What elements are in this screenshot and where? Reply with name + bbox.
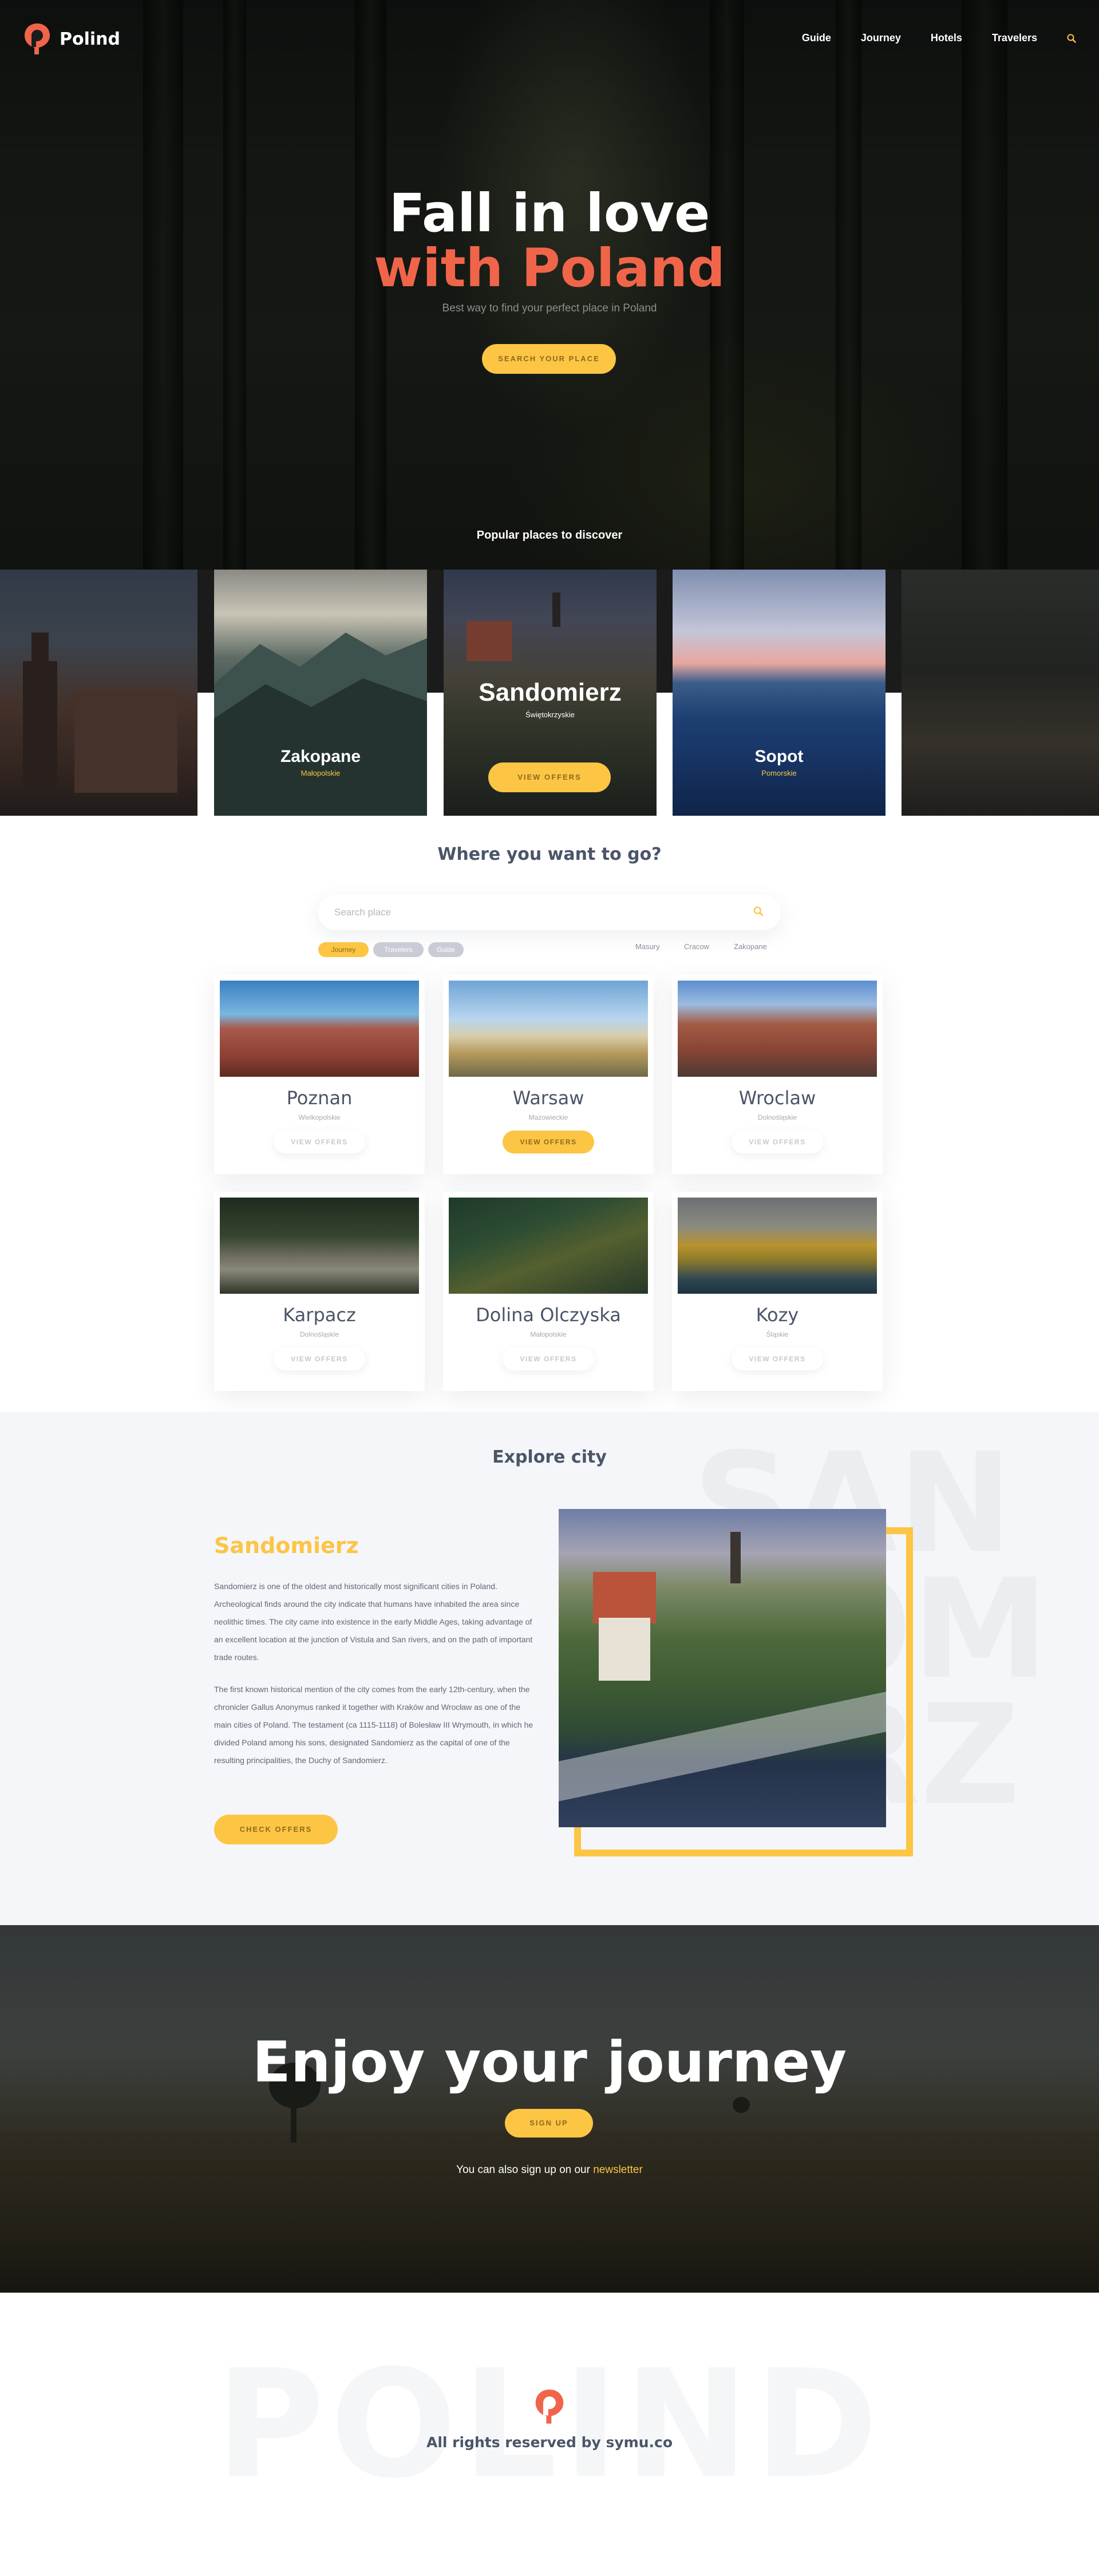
enjoy-title: Enjoy your journey [252, 2030, 847, 2095]
search-box [318, 895, 781, 930]
search-section-title: Where you want to go? [437, 844, 662, 864]
city-name: Kozy [756, 1304, 799, 1326]
explore-section: SAN DOM IERZ [0, 1412, 1099, 1925]
logo-pin-icon [535, 2389, 564, 2424]
city-region: Małopolskie [530, 1330, 567, 1338]
footer-logo[interactable] [533, 2388, 566, 2427]
tag-guide[interactable]: Guide [428, 942, 464, 957]
search-place-input[interactable] [334, 895, 735, 930]
logo-pin-icon [25, 23, 50, 54]
place-name-sandomierz: Sandomierz [479, 678, 622, 706]
explore-title: Explore city [492, 1447, 607, 1467]
place-tile-sandomierz[interactable]: Sandomierz Świętokrzyskie VIEW OFFERS [444, 570, 657, 816]
place-tile-sopot[interactable]: Sopot Pomorskie [673, 570, 885, 816]
city-name: Karpacz [283, 1304, 356, 1326]
city-region: Wielkopolskie [298, 1113, 341, 1121]
search-your-place-button[interactable]: SEARCH YOUR PLACE [482, 344, 616, 374]
quick-link-cracow[interactable]: Cracow [684, 942, 709, 951]
place-region-sopot: Pomorskie [761, 769, 797, 777]
view-offers-button[interactable]: VIEW OFFERS [503, 1131, 594, 1153]
hero-title-line1: Fall in love [389, 183, 710, 244]
quick-link-masury[interactable]: Masury [635, 942, 660, 951]
brand-logo[interactable]: Polind [23, 22, 120, 56]
place-tile-forest[interactable] [902, 570, 1099, 816]
place-tile-oldtown[interactable] [0, 570, 197, 816]
nav-hotels[interactable]: Hotels [931, 32, 962, 44]
sign-up-button[interactable]: SIGN UP [505, 2109, 593, 2138]
city-name: Wroclaw [738, 1087, 816, 1109]
explore-paragraph-1: Sandomierz is one of the oldest and hist… [214, 1582, 533, 1662]
nav-travelers[interactable]: Travelers [992, 32, 1037, 44]
sandomierz-view-offers-button[interactable]: VIEW OFFERS [488, 762, 611, 792]
city-card-wroclaw[interactable]: Wroclaw Dolnośląskie VIEW OFFERS [672, 975, 883, 1174]
city-card-dolina-olczyska[interactable]: Dolina Olczyska Małopolskie VIEW OFFERS [443, 1192, 654, 1391]
city-image-kozy [678, 1198, 877, 1294]
view-offers-button[interactable]: VIEW OFFERS [732, 1348, 823, 1370]
place-region-zakopane: Małopolskie [301, 769, 341, 777]
city-region: Dolnośląskie [299, 1330, 339, 1338]
tag-travelers[interactable]: Travelers [373, 942, 424, 957]
newsletter-link[interactable]: newsletter [593, 2164, 643, 2176]
explore-city-name: Sandomierz [214, 1533, 359, 1558]
city-name: Dolina Olczyska [476, 1304, 621, 1326]
city-image-wroclaw [678, 981, 877, 1077]
tag-journey[interactable]: Journey [318, 942, 369, 957]
city-region: Dolnośląskie [757, 1113, 797, 1121]
city-image-poznan [220, 981, 419, 1077]
search-icon[interactable] [1067, 34, 1076, 43]
place-tile-zakopane[interactable]: Zakopane Małopolskie [214, 570, 427, 816]
quick-link-zakopane[interactable]: Zakopane [734, 942, 767, 951]
search-input-icon[interactable] [753, 906, 766, 919]
explore-city-image [559, 1509, 886, 1827]
city-region: Śląskie [766, 1330, 789, 1338]
newsletter-prefix: You can also sign up on our [456, 2164, 594, 2176]
hero-title-line2: with Poland [374, 238, 725, 299]
main-nav: Guide Journey Hotels Travelers [802, 32, 1076, 44]
hero-subtitle: Best way to find your perfect place in P… [442, 302, 657, 314]
brand-name: Polind [60, 29, 120, 49]
place-name-sopot: Sopot [754, 747, 804, 766]
mountains-icon [214, 633, 427, 816]
city-region: Mazowieckie [528, 1113, 568, 1121]
city-card-poznan[interactable]: Poznan Wielkopolskie VIEW OFFERS [214, 975, 425, 1174]
hero-title: Fall in love with Poland [0, 186, 1099, 296]
city-name: Warsaw [512, 1087, 584, 1109]
view-offers-button[interactable]: VIEW OFFERS [274, 1131, 365, 1153]
view-offers-button[interactable]: VIEW OFFERS [732, 1131, 823, 1153]
explore-paragraph-2: The first known historical mention of th… [214, 1685, 533, 1765]
nav-journey[interactable]: Journey [861, 32, 901, 44]
city-card-kozy[interactable]: Kozy Śląskie VIEW OFFERS [672, 1192, 883, 1391]
nav-guide[interactable]: Guide [802, 32, 831, 44]
footer-copyright: All rights reserved by symu.co [426, 2434, 673, 2451]
view-offers-button[interactable]: VIEW OFFERS [503, 1348, 594, 1370]
city-card-warsaw[interactable]: Warsaw Mazowieckie VIEW OFFERS [443, 975, 654, 1174]
popular-places-label: Popular places to discover [476, 529, 623, 542]
city-image-dolina-olczyska [449, 1198, 648, 1294]
city-name: Poznan [286, 1087, 353, 1109]
place-region-sandomierz: Świętokrzyskie [525, 710, 575, 719]
place-name-zakopane: Zakopane [280, 747, 361, 766]
city-card-karpacz[interactable]: Karpacz Dolnośląskie VIEW OFFERS [214, 1192, 425, 1391]
view-offers-button[interactable]: VIEW OFFERS [274, 1348, 365, 1370]
city-image-warsaw [449, 981, 648, 1077]
city-image-karpacz [220, 1198, 419, 1294]
check-offers-button[interactable]: CHECK OFFERS [214, 1815, 338, 1844]
newsletter-line: You can also sign up on our newsletter [0, 2164, 1099, 2176]
